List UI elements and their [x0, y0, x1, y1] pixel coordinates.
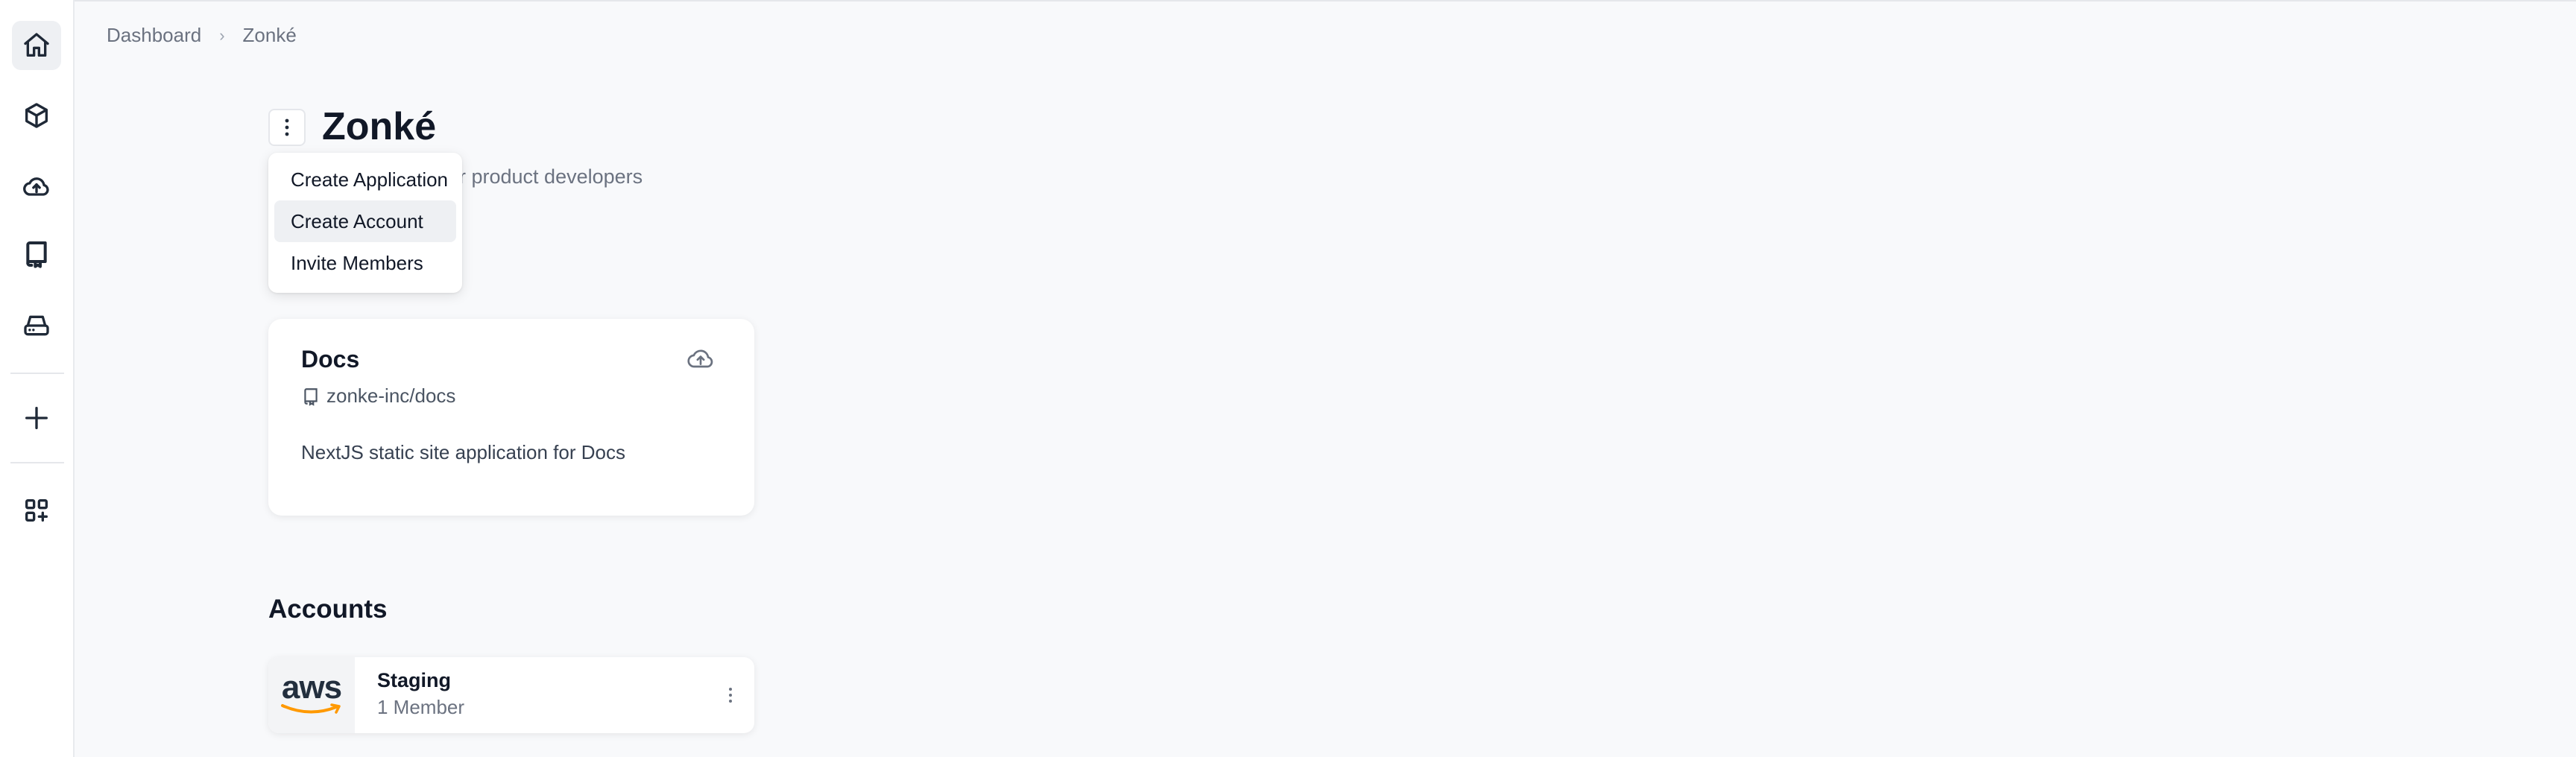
- sidebar-item-home[interactable]: [12, 21, 61, 70]
- project-dropdown-menu: Create Application Create Account Invite…: [268, 153, 462, 293]
- breadcrumb: Dashboard › Zonké: [107, 24, 297, 47]
- account-menu-button[interactable]: [723, 684, 738, 706]
- repository-icon: [304, 387, 318, 406]
- aws-smile-icon: [281, 703, 341, 714]
- sidebar-divider: [10, 462, 64, 463]
- sidebar-item-deployments[interactable]: [12, 162, 61, 212]
- more-vertical-icon: [729, 688, 732, 703]
- more-vertical-icon: [285, 118, 289, 136]
- application-title: Docs: [301, 346, 360, 373]
- menu-item-create-application[interactable]: Create Application: [274, 159, 456, 200]
- application-repo-name[interactable]: zonke-inc/docs: [326, 384, 455, 408]
- aws-logo-text: aws: [281, 669, 342, 706]
- account-card[interactable]: aws Staging 1 Member: [268, 657, 754, 733]
- sidebar-item-add[interactable]: [12, 393, 61, 443]
- sidebar-item-integrations[interactable]: [12, 486, 61, 535]
- application-repo: zonke-inc/docs: [301, 384, 455, 408]
- database-icon: [24, 315, 49, 336]
- top-border: [0, 0, 2576, 1]
- plus-icon: [25, 407, 48, 429]
- sidebar-item-applications[interactable]: [12, 91, 61, 140]
- project-menu-button[interactable]: [268, 109, 306, 146]
- home-icon: [24, 33, 49, 57]
- menu-item-invite-members[interactable]: Invite Members: [274, 242, 456, 284]
- page-subtitle-text: r product developers: [459, 165, 643, 188]
- cloud-upload-icon: [687, 349, 713, 368]
- page-title: Zonké: [322, 105, 437, 148]
- chevron-right-icon: ›: [219, 25, 225, 45]
- cloud-upload-icon: [23, 177, 49, 196]
- breadcrumb-dashboard-link[interactable]: Dashboard: [107, 24, 201, 47]
- aws-logo: aws: [268, 657, 355, 733]
- repository-icon: [26, 241, 47, 268]
- application-card[interactable]: Docs zonke-inc/docs NextJS static site a…: [268, 319, 754, 516]
- sidebar-item-storage[interactable]: [12, 301, 61, 350]
- apps-add-icon: [25, 499, 48, 522]
- sidebar-item-repositories[interactable]: [12, 229, 61, 279]
- account-members: 1 Member: [377, 696, 465, 718]
- breadcrumb-current: Zonké: [242, 24, 297, 46]
- accounts-heading: Accounts: [268, 595, 388, 624]
- sidebar-divider: [10, 373, 64, 374]
- deploy-button[interactable]: [686, 344, 716, 374]
- sidebar: [0, 0, 75, 757]
- account-name: Staging: [377, 669, 451, 691]
- application-description: NextJS static site application for Docs: [301, 441, 625, 463]
- box-icon: [25, 103, 48, 128]
- menu-item-create-account[interactable]: Create Account: [274, 200, 456, 242]
